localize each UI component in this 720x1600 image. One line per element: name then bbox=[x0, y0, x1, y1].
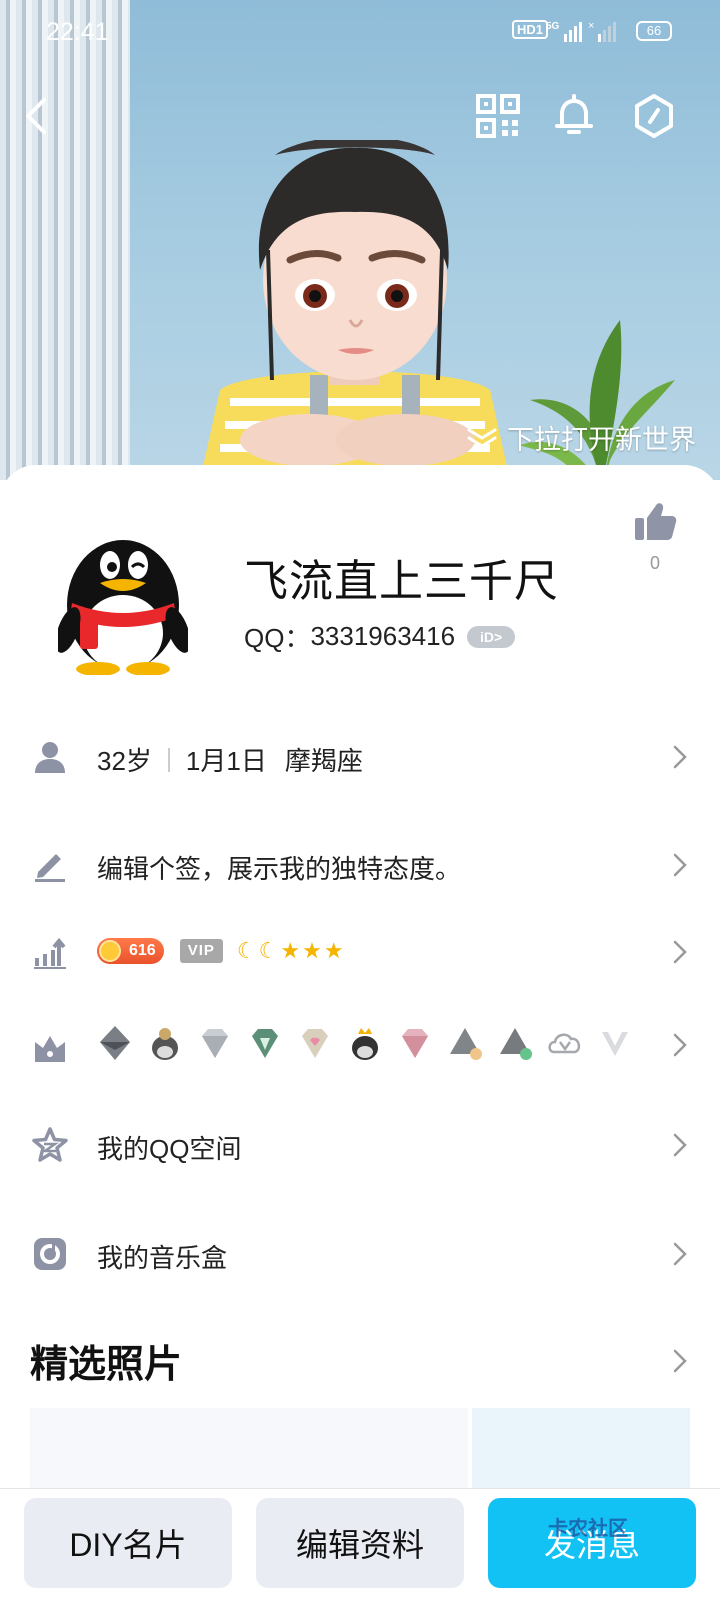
qq-level-icons: ☾ ☾ ★ ★ ★ bbox=[237, 938, 344, 964]
pull-hint-text: 下拉打开新世界 bbox=[507, 425, 696, 455]
white-v-badge-icon bbox=[602, 1032, 628, 1056]
gray-penguin-badge-icon bbox=[450, 1028, 482, 1060]
profile-cover[interactable]: 22:41 HD1 5G × 66 下拉打开新世界 bbox=[0, 0, 720, 480]
chevron-down-double-icon bbox=[467, 428, 497, 448]
moon-icon: ☾ bbox=[236, 938, 257, 963]
qq-number-line[interactable]: QQ： 3331963416 iD> bbox=[244, 618, 516, 655]
qzone-star-icon bbox=[32, 1127, 68, 1162]
network-badge: HD1 bbox=[512, 20, 549, 39]
crown-icon bbox=[35, 1036, 65, 1062]
nickname: 飞流直上三千尺 bbox=[244, 557, 559, 606]
qq-penguin-avatar[interactable] bbox=[58, 525, 188, 675]
like-count: 0 bbox=[649, 553, 660, 573]
privilege-badges bbox=[96, 1024, 634, 1062]
music-box-label: 我的音乐盒 bbox=[97, 1243, 228, 1273]
id-badge[interactable]: iD> bbox=[467, 625, 516, 648]
chevron-right-icon bbox=[673, 745, 687, 769]
chevron-right-icon[interactable] bbox=[672, 1348, 688, 1374]
cloud-v-icon bbox=[548, 1033, 581, 1054]
pull-down-hint[interactable]: 下拉打开新世界 bbox=[465, 418, 696, 457]
zodiac: 摩羯座 bbox=[284, 746, 363, 776]
qzone-label: 我的QQ空间 bbox=[97, 1134, 242, 1164]
divider bbox=[167, 747, 170, 772]
chevron-right-icon bbox=[673, 1133, 687, 1157]
qq-label: QQ： bbox=[244, 623, 311, 653]
pencil-icon bbox=[35, 854, 65, 882]
featured-photos-title: 精选照片 bbox=[30, 1344, 183, 1386]
edit-profile-button[interactable]: 编辑资料 bbox=[256, 1498, 464, 1588]
chevron-right-icon bbox=[673, 940, 687, 964]
watermark: 卡农社区 bbox=[548, 1518, 628, 1540]
coin-badge: 616 bbox=[97, 938, 164, 964]
status-time: 22:41 bbox=[46, 18, 109, 46]
bell-icon[interactable] bbox=[550, 92, 598, 140]
back-button[interactable] bbox=[14, 92, 62, 140]
qq-number: 3331963416 bbox=[310, 621, 456, 651]
birthday: 1月1日 bbox=[185, 746, 267, 776]
coin-value: 616 bbox=[129, 942, 156, 959]
signature-text: 编辑个签，展示我的独特态度。 bbox=[97, 854, 462, 884]
cover-curtain bbox=[0, 0, 130, 480]
age: 32岁 bbox=[97, 746, 152, 776]
svg-text:×: × bbox=[588, 20, 594, 32]
star-icon: ★ bbox=[323, 938, 344, 963]
battery-indicator: 66 bbox=[636, 21, 672, 41]
moon-icon: ☾ bbox=[258, 938, 279, 963]
chevron-right-icon bbox=[673, 1033, 687, 1057]
pink-heart-diamond-icon bbox=[302, 1029, 328, 1058]
qr-code-icon[interactable] bbox=[474, 92, 522, 140]
silver-diamond-icon bbox=[202, 1029, 228, 1058]
gray-diamond-crown-icon bbox=[100, 1026, 130, 1060]
thumbs-up-icon bbox=[635, 503, 677, 540]
featured-photo[interactable] bbox=[472, 1408, 690, 1498]
hexagon-settings-icon[interactable] bbox=[630, 92, 678, 140]
music-disc-icon bbox=[34, 1238, 66, 1270]
status-bar: 22:41 HD1 5G × 66 bbox=[0, 0, 720, 62]
vip-badge: VIP bbox=[179, 939, 223, 963]
person-icon bbox=[35, 742, 65, 773]
diy-card-button[interactable]: DIY名片 bbox=[24, 1498, 232, 1588]
gray-penguin-green-badge-icon bbox=[500, 1028, 532, 1060]
star-icon: ★ bbox=[302, 938, 322, 963]
level-chart-icon bbox=[34, 937, 66, 969]
penguin-crown-icon bbox=[152, 1028, 178, 1060]
signal-5g-icon: 5G bbox=[546, 21, 582, 42]
featured-photo[interactable] bbox=[30, 1408, 468, 1498]
svg-text:5G: 5G bbox=[546, 21, 560, 32]
rose-diamond-icon bbox=[402, 1029, 428, 1058]
signal-weak-icon: × bbox=[588, 20, 616, 42]
like-button[interactable]: 0 bbox=[630, 500, 680, 574]
chevron-right-icon bbox=[673, 853, 687, 877]
star-icon: ★ bbox=[280, 938, 301, 963]
chevron-right-icon bbox=[673, 1242, 687, 1266]
penguin-king-icon bbox=[352, 1028, 378, 1060]
coin-icon bbox=[99, 940, 121, 962]
green-diamond-icon bbox=[252, 1029, 278, 1058]
